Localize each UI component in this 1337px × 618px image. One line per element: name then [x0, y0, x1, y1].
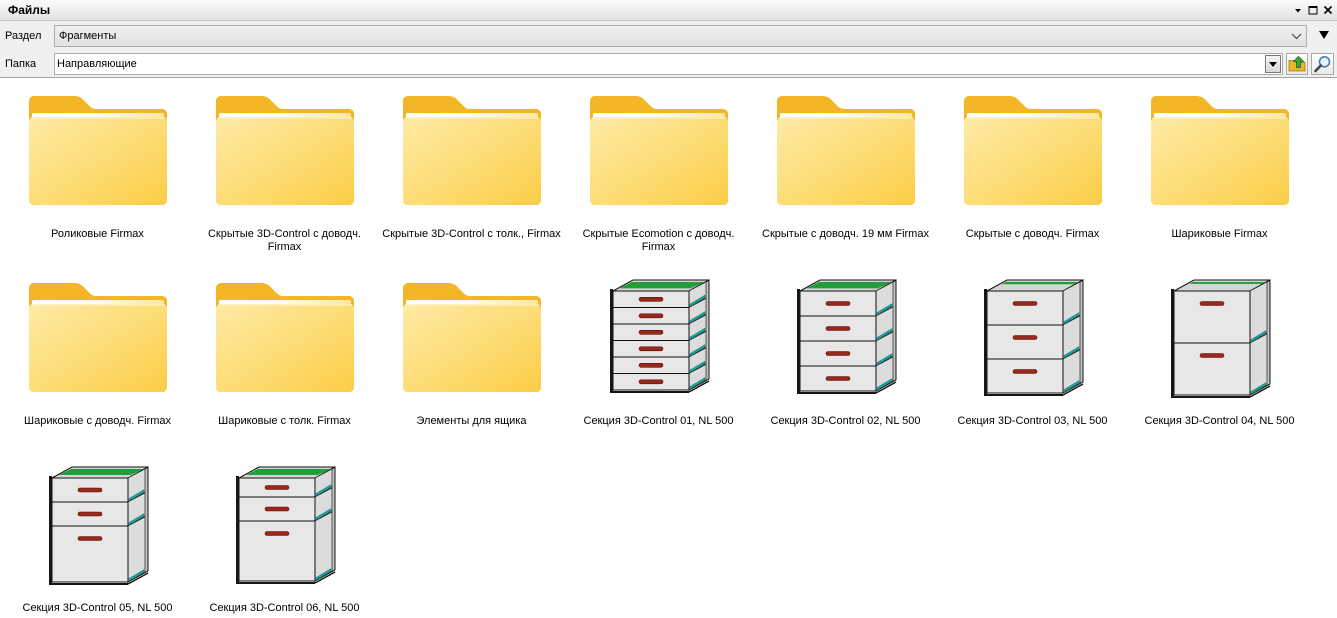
panel-title: Файлы — [8, 3, 51, 17]
item-label: Скрытые с доводч. 19 мм Firmax — [762, 228, 929, 240]
folder-icon — [4, 90, 191, 214]
item-label: Секция 3D-Control 05, NL 500 — [22, 602, 173, 614]
folder-item[interactable]: Элементы для ящика — [378, 269, 565, 456]
folder-item[interactable]: Шариковые с доводч. Firmax — [4, 269, 191, 456]
item-label: Скрытые Ecomotion с доводч. Firmax — [582, 228, 735, 253]
folder-icon — [191, 90, 378, 214]
folder-up-icon — [1288, 55, 1306, 72]
item-label: Элементы для ящика — [416, 415, 527, 427]
item-label: Скрытые с доводч. Firmax — [965, 228, 1100, 240]
folder-item[interactable]: Скрытые 3D-Control с доводч. Firmax — [191, 82, 378, 269]
item-label: Шариковые с толк. Firmax — [218, 415, 351, 427]
fragment-item[interactable]: Секция 3D-Control 06, NL 500 — [191, 456, 378, 618]
search-button[interactable] — [1311, 53, 1334, 75]
folder-icon — [1126, 90, 1313, 214]
folder-item[interactable]: Скрытые 3D-Control с толк., Firmax — [378, 82, 565, 269]
maximize-icon[interactable] — [1308, 5, 1318, 15]
folder-icon — [191, 277, 378, 401]
item-label: Скрытые 3D-Control с доводч. Firmax — [207, 228, 362, 253]
item-label: Секция 3D-Control 01, NL 500 — [583, 415, 734, 427]
triangle-down-icon[interactable] — [1318, 30, 1330, 40]
fragment-item[interactable]: Секция 3D-Control 02, NL 500 — [752, 269, 939, 456]
item-label: Секция 3D-Control 06, NL 500 — [209, 602, 360, 614]
folder-item[interactable]: Скрытые Ecomotion с доводч. Firmax — [565, 82, 752, 269]
item-label: Секция 3D-Control 03, NL 500 — [957, 415, 1108, 427]
panel-titlebar: Файлы — [0, 0, 1337, 21]
fragment-item[interactable]: Секция 3D-Control 04, NL 500 — [1126, 269, 1313, 456]
file-grid: Роликовые Firmax Скрытые 3D-Control с до… — [4, 82, 1313, 618]
dropdown-arrow-icon — [1269, 62, 1277, 67]
item-label: Шариковые Firmax — [1171, 228, 1268, 240]
search-icon — [1314, 56, 1331, 73]
fragment-item[interactable]: Секция 3D-Control 05, NL 500 — [4, 456, 191, 618]
item-label: Скрытые 3D-Control с толк., Firmax — [382, 228, 561, 240]
file-browser-area: Роликовые Firmax Скрытые 3D-Control с до… — [0, 77, 1337, 618]
drawer-section-icon — [191, 464, 378, 588]
chevron-down-icon — [1291, 33, 1302, 40]
drawer-section-icon — [1126, 277, 1313, 401]
section-value: Фрагменты — [59, 30, 117, 42]
item-label: Секция 3D-Control 02, NL 500 — [770, 415, 921, 427]
drawer-section-icon — [4, 464, 191, 588]
folder-item[interactable]: Роликовые Firmax — [4, 82, 191, 269]
folder-path-input[interactable]: Направляющие — [54, 53, 1283, 75]
drawer-section-icon — [565, 277, 752, 401]
folder-path-value: Направляющие — [57, 58, 137, 70]
section-label: Раздел — [5, 30, 42, 42]
folder-icon — [565, 90, 752, 214]
folder-icon — [4, 277, 191, 401]
item-label: Секция 3D-Control 04, NL 500 — [1144, 415, 1295, 427]
item-label: Шариковые с доводч. Firmax — [24, 415, 171, 427]
folder-icon — [752, 90, 939, 214]
folder-icon — [939, 90, 1126, 214]
folder-label: Папка — [5, 58, 37, 70]
fragment-item[interactable]: Секция 3D-Control 01, NL 500 — [565, 269, 752, 456]
item-label: Роликовые Firmax — [51, 228, 144, 240]
folder-icon — [378, 90, 565, 214]
folder-icon — [378, 277, 565, 401]
close-icon[interactable] — [1323, 5, 1333, 15]
folder-item[interactable]: Шариковые с толк. Firmax — [191, 269, 378, 456]
folder-item[interactable]: Скрытые с доводч. Firmax — [939, 82, 1126, 269]
folder-item[interactable]: Шариковые Firmax — [1126, 82, 1313, 269]
folder-dropdown-button[interactable] — [1265, 55, 1281, 73]
fragment-item[interactable]: Секция 3D-Control 03, NL 500 — [939, 269, 1126, 456]
drawer-section-icon — [752, 277, 939, 401]
section-combobox[interactable]: Фрагменты — [54, 25, 1307, 47]
menu-arrow-icon[interactable] — [1293, 5, 1303, 15]
drawer-section-icon — [939, 277, 1126, 401]
folder-up-button[interactable] — [1286, 53, 1308, 75]
folder-item[interactable]: Скрытые с доводч. 19 мм Firmax — [752, 82, 939, 269]
